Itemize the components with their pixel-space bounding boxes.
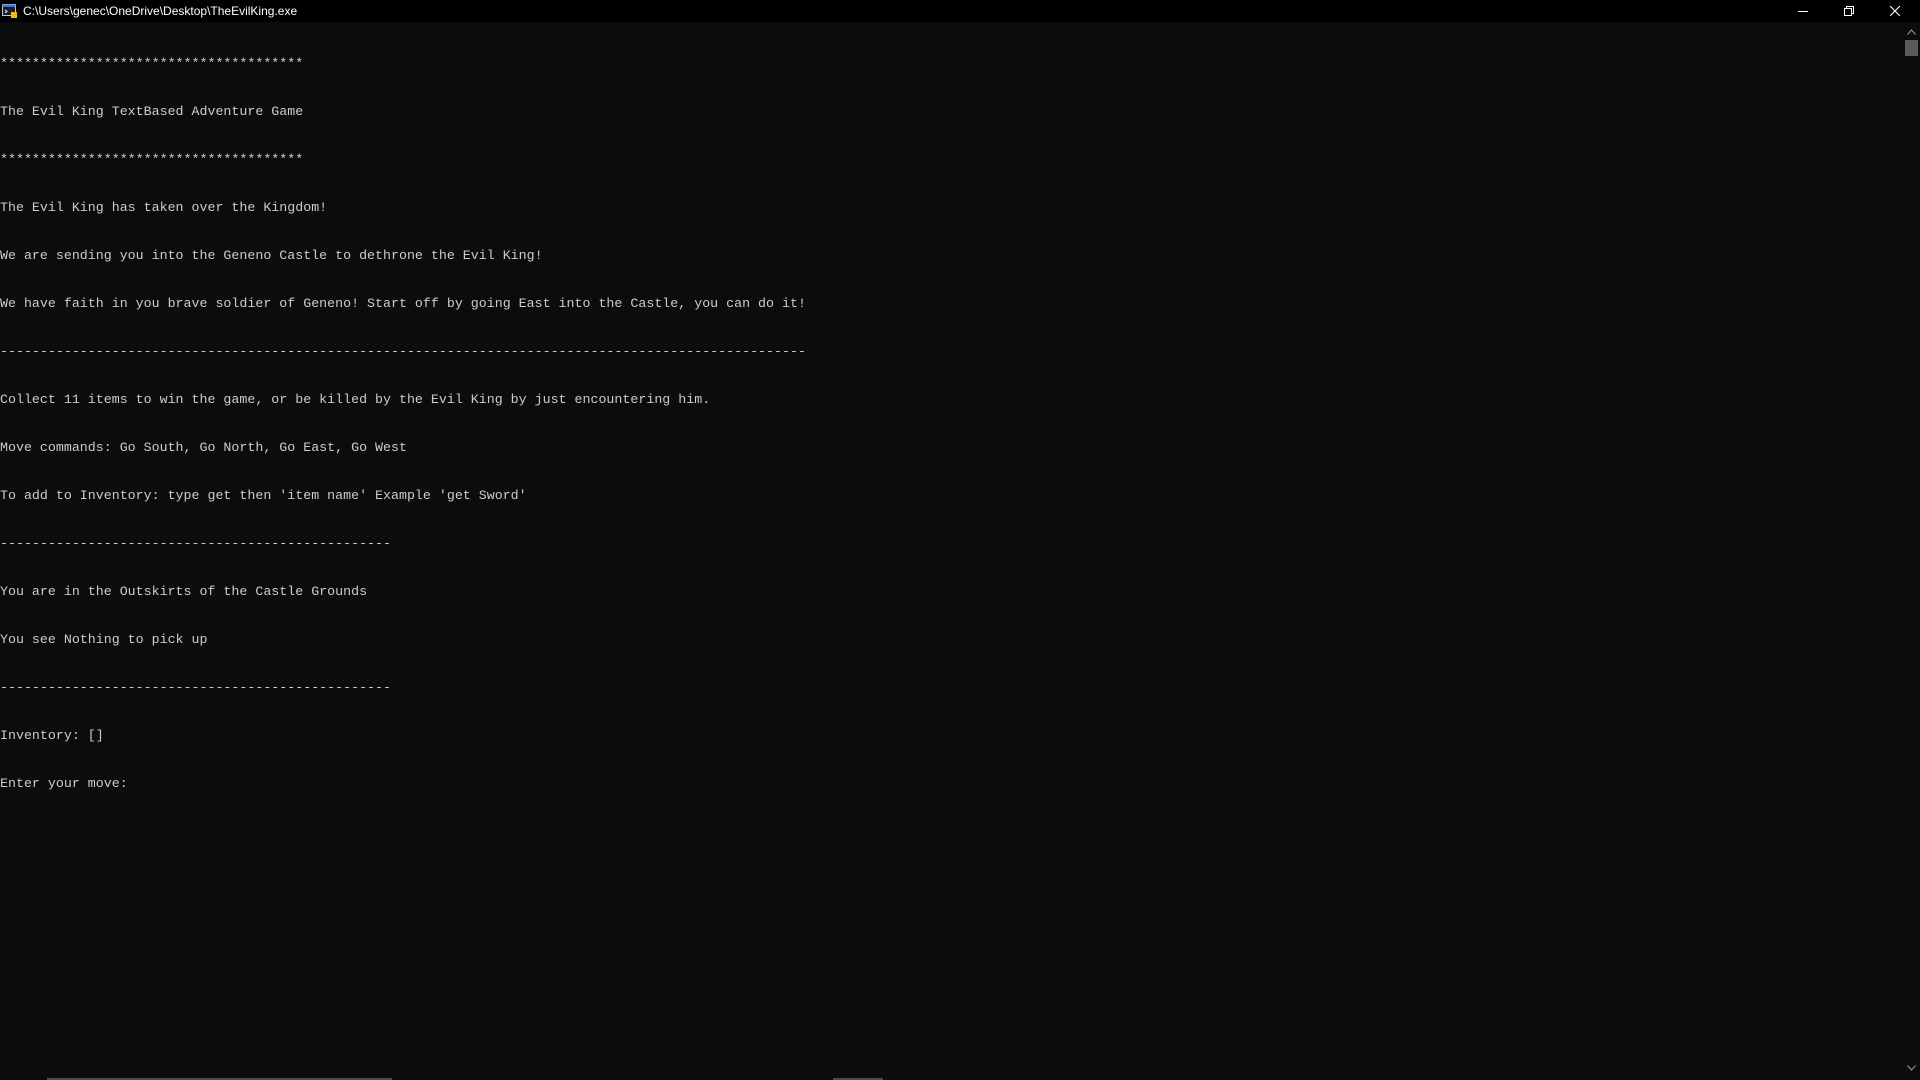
separator-line: ----------------------------------------… xyxy=(0,536,391,551)
intro-line: We have faith in you brave soldier of Ge… xyxy=(0,296,806,311)
console-text: ************************************** T… xyxy=(0,24,806,824)
console-window: C:\Users\genec\OneDrive\Desktop\TheEvilK… xyxy=(0,0,1920,1080)
intro-line: The Evil King has taken over the Kingdom… xyxy=(0,200,328,215)
inventory-line: Inventory: [] xyxy=(0,728,104,743)
horizontal-scroll-track[interactable] xyxy=(0,1076,1902,1080)
title-bar[interactable]: C:\Users\genec\OneDrive\Desktop\TheEvilK… xyxy=(0,0,1920,22)
location-line: You are in the Outskirts of the Castle G… xyxy=(0,584,368,599)
restore-button[interactable] xyxy=(1826,0,1872,22)
banner-border-top: ************************************** xyxy=(0,56,304,71)
intro-line: We are sending you into the Geneno Castl… xyxy=(0,248,543,263)
vertical-scrollbar[interactable] xyxy=(1902,22,1920,1078)
instructions-line: Move commands: Go South, Go North, Go Ea… xyxy=(0,440,407,455)
scroll-down-arrow-icon xyxy=(1906,1065,1916,1071)
banner-border-bottom: ************************************** xyxy=(0,152,304,167)
scroll-down-button[interactable] xyxy=(1902,1060,1920,1076)
separator-line: ----------------------------------------… xyxy=(0,344,806,359)
console-app-icon xyxy=(2,4,17,18)
scroll-thumb[interactable] xyxy=(1905,40,1918,56)
scroll-up-button[interactable] xyxy=(1902,24,1920,40)
console-output[interactable]: ************************************** T… xyxy=(0,22,1902,1078)
close-button[interactable] xyxy=(1872,0,1918,22)
separator-line: ----------------------------------------… xyxy=(0,680,391,695)
restore-icon xyxy=(1844,6,1854,16)
move-prompt[interactable]: Enter your move: xyxy=(0,776,806,792)
instructions-line: Collect 11 items to win the game, or be … xyxy=(0,392,711,407)
items-line: You see Nothing to pick up xyxy=(0,632,208,647)
instructions-line: To add to Inventory: type get then 'item… xyxy=(0,488,527,503)
game-title-line: The Evil King TextBased Adventure Game xyxy=(0,104,304,119)
minimize-icon xyxy=(1798,11,1808,12)
scroll-up-arrow-icon xyxy=(1906,29,1916,35)
close-icon xyxy=(1890,6,1900,16)
window-title: C:\Users\genec\OneDrive\Desktop\TheEvilK… xyxy=(23,4,298,18)
minimize-button[interactable] xyxy=(1780,0,1826,22)
